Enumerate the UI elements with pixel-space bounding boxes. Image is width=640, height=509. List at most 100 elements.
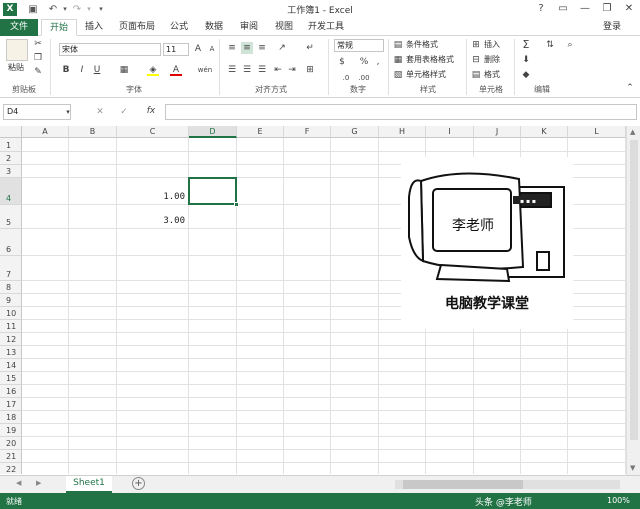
font-name-select[interactable]: 宋体	[59, 43, 161, 56]
merge-center-icon[interactable]: ⊞	[304, 64, 316, 76]
select-all-corner[interactable]	[0, 126, 22, 138]
row-header[interactable]: 17	[0, 398, 22, 411]
selected-cell[interactable]	[188, 177, 239, 207]
row-header[interactable]: 11	[0, 320, 22, 333]
column-header[interactable]: C	[117, 126, 189, 138]
find-select-icon[interactable]: ⌕	[564, 39, 576, 51]
font-color-icon[interactable]: A	[170, 64, 182, 76]
increase-decimal-icon[interactable]: .0	[340, 72, 352, 84]
tab-file[interactable]: 文件	[0, 19, 38, 36]
bold-button[interactable]: B	[60, 64, 72, 76]
font-size-select[interactable]: 11	[163, 43, 189, 56]
horizontal-scrollbar[interactable]	[395, 480, 620, 489]
new-sheet-icon[interactable]: +	[132, 477, 145, 490]
column-header[interactable]: K	[521, 126, 568, 138]
percent-style-button[interactable]: %	[358, 56, 370, 68]
align-center-icon[interactable]: ☰	[241, 64, 253, 76]
insert-function-icon[interactable]: fx	[143, 105, 159, 117]
phonetic-guide-icon[interactable]: wén	[197, 64, 213, 76]
decrease-decimal-icon[interactable]: .00	[358, 72, 370, 84]
column-header[interactable]: H	[379, 126, 426, 138]
row-header[interactable]: 16	[0, 385, 22, 398]
row-header[interactable]: 10	[0, 307, 22, 320]
row-header[interactable]: 1	[0, 138, 22, 152]
collapse-ribbon-icon[interactable]: ⌃	[624, 82, 636, 94]
cancel-entry-icon[interactable]: ✕	[94, 106, 106, 118]
cell-styles-button[interactable]: 单元格样式	[406, 69, 446, 81]
format-table-icon[interactable]: ▦	[392, 54, 404, 66]
row-header[interactable]: 8	[0, 281, 22, 294]
minimize-button[interactable]: —	[574, 0, 596, 19]
delete-cells-button[interactable]: 删除	[484, 54, 500, 66]
tab-view[interactable]: 视图	[268, 19, 300, 36]
align-left-icon[interactable]: ☰	[226, 64, 238, 76]
tab-home[interactable]: 开始	[41, 19, 77, 36]
row-header[interactable]: 15	[0, 372, 22, 385]
scroll-up-icon[interactable]: ▲	[630, 128, 635, 136]
accounting-format-icon[interactable]: $	[336, 56, 348, 68]
column-header[interactable]: G	[331, 126, 379, 138]
borders-icon[interactable]: ▦	[118, 64, 130, 76]
conditional-format-button[interactable]: 条件格式	[406, 39, 438, 51]
autosum-icon[interactable]: Σ	[520, 39, 532, 51]
copy-icon[interactable]: ❐	[32, 52, 44, 64]
align-middle-icon[interactable]: ≡	[241, 42, 253, 54]
row-header[interactable]: 13	[0, 346, 22, 359]
tab-page-layout[interactable]: 页面布局	[113, 19, 161, 36]
format-painter-icon[interactable]: ✎	[32, 66, 44, 78]
paste-icon[interactable]	[6, 39, 28, 61]
tab-insert[interactable]: 插入	[78, 19, 110, 36]
cell-c5[interactable]: 3.00	[117, 216, 185, 228]
row-header[interactable]: 12	[0, 333, 22, 346]
scroll-down-icon[interactable]: ▼	[630, 464, 635, 472]
increase-indent-icon[interactable]: ⇥	[286, 64, 298, 76]
tab-developer[interactable]: 开发工具	[303, 19, 349, 36]
column-header[interactable]: J	[474, 126, 521, 138]
cell-c4[interactable]: 1.00	[117, 192, 185, 204]
column-header[interactable]: L	[568, 126, 626, 138]
ribbon-display-icon[interactable]: ▭	[552, 0, 574, 19]
align-top-icon[interactable]: ≡	[226, 42, 238, 54]
comma-style-button[interactable]: ,	[372, 56, 384, 68]
orientation-icon[interactable]: ↗	[276, 42, 288, 54]
tab-review[interactable]: 审阅	[233, 19, 265, 36]
format-cells-icon[interactable]: ▤	[470, 69, 482, 81]
row-header[interactable]: 19	[0, 424, 22, 437]
row-header[interactable]: 2	[0, 152, 22, 165]
fill-color-icon[interactable]: ◈	[147, 64, 159, 76]
close-button[interactable]: ✕	[618, 0, 640, 19]
italic-button[interactable]: I	[76, 64, 88, 76]
prev-sheet-icon[interactable]: ◀	[16, 479, 21, 487]
horizontal-scrollbar-thumb[interactable]	[403, 480, 523, 489]
sheet-tab-sheet1[interactable]: Sheet1	[66, 476, 112, 493]
sign-in-link[interactable]: 登录	[596, 19, 628, 36]
row-header[interactable]: 18	[0, 411, 22, 424]
sort-filter-icon[interactable]: ⇅	[544, 39, 556, 51]
formula-input[interactable]	[165, 104, 637, 120]
row-header[interactable]: 4	[0, 178, 22, 205]
shrink-font-icon[interactable]: A	[206, 43, 218, 55]
vertical-scrollbar[interactable]: ▲ ▼	[626, 126, 640, 476]
fill-handle[interactable]	[234, 202, 239, 207]
column-header[interactable]: A	[22, 126, 69, 138]
align-right-icon[interactable]: ☰	[256, 64, 268, 76]
column-header[interactable]: B	[69, 126, 117, 138]
paste-button[interactable]: 粘贴	[8, 62, 24, 74]
restore-button[interactable]: ❐	[596, 0, 618, 19]
row-header[interactable]: 20	[0, 437, 22, 450]
cut-icon[interactable]: ✂	[32, 38, 44, 50]
tab-data[interactable]: 数据	[198, 19, 230, 36]
row-header[interactable]: 5	[0, 205, 22, 229]
name-box[interactable]: D4	[3, 104, 71, 120]
decrease-indent-icon[interactable]: ⇤	[272, 64, 284, 76]
row-header[interactable]: 9	[0, 294, 22, 307]
row-header[interactable]: 21	[0, 450, 22, 463]
column-header[interactable]: F	[284, 126, 331, 138]
cell-styles-icon[interactable]: ▧	[392, 69, 404, 81]
conditional-format-icon[interactable]: ▤	[392, 39, 404, 51]
row-header[interactable]: 3	[0, 165, 22, 178]
number-format-select[interactable]: 常规	[334, 39, 384, 52]
computer-class-image[interactable]: ▪ ▪ ▪ 李老师 电脑教学课堂	[401, 157, 573, 329]
next-sheet-icon[interactable]: ▶	[36, 479, 41, 487]
zoom-level[interactable]: 100%	[607, 496, 630, 505]
